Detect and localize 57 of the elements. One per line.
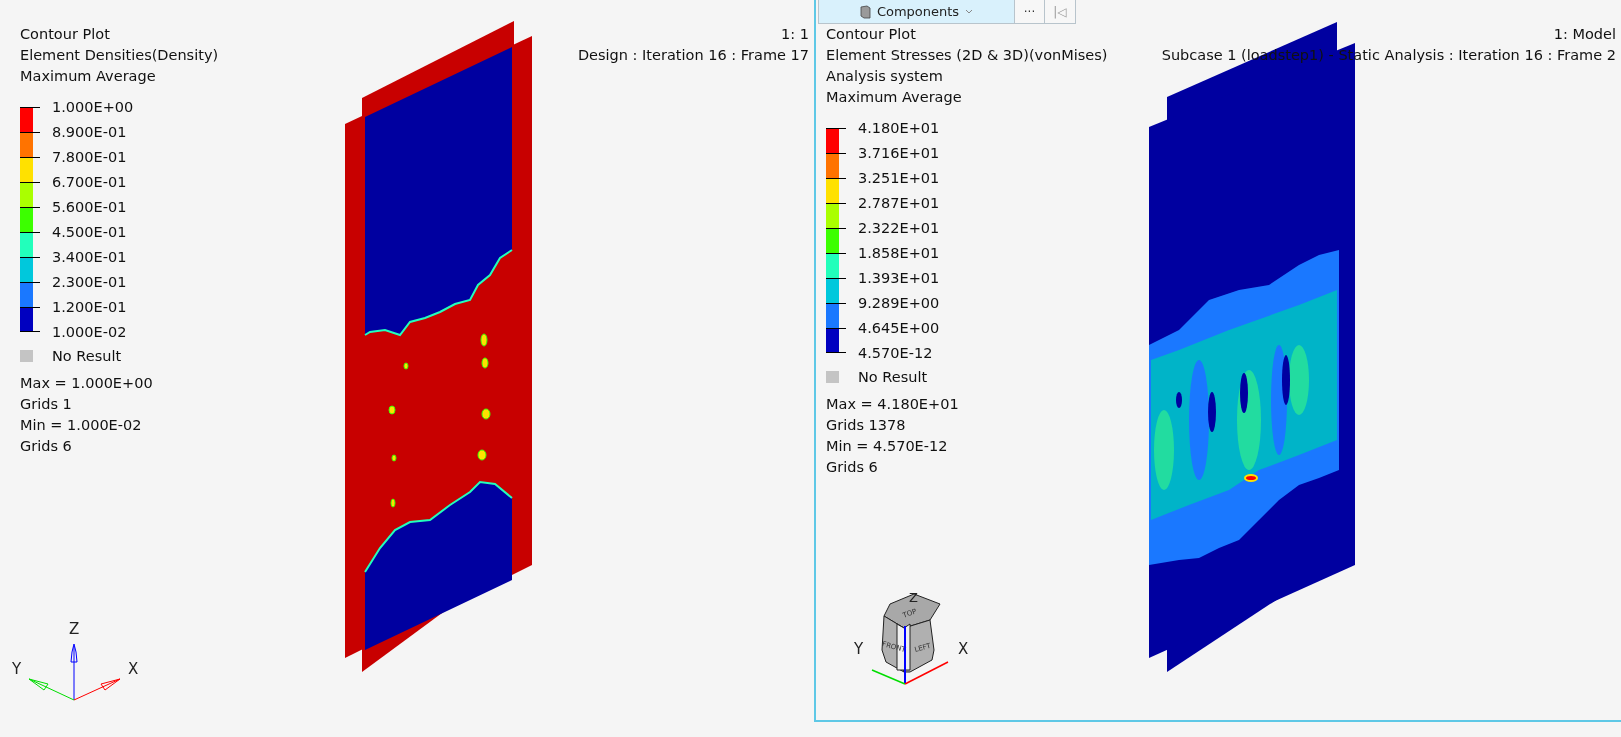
axis-label: Y [12,660,22,678]
legend-value: 1.858E+01 [858,244,940,263]
legend-value: 1.000E+00 [52,98,134,117]
legend-stat: Grids 6 [20,437,72,456]
legend-value: 2.787E+01 [858,194,940,213]
window-label: 1: 1 [781,25,809,44]
x-axis-arrow [73,678,121,701]
caret-icon [965,9,974,14]
legend-stat: Grids 1378 [826,416,906,435]
legend-value: 4.180E+01 [858,119,940,138]
result-label: Design : Iteration 16 : Frame 17 [577,46,809,65]
legend-stat: Min = 4.570E-12 [826,437,948,456]
y-axis-arrow [28,678,75,701]
legend-value: 5.600E-01 [52,198,128,217]
no-result-label: No Result [52,346,122,366]
axis-label: Y [854,640,864,658]
legend-value: 3.400E-01 [52,248,128,267]
legend-value: 2.322E+01 [858,219,940,238]
legend-title: Element Stresses (2D & 3D)(vonMises) [826,46,1108,65]
legend-value: 1.000E-02 [52,323,128,342]
legend-value: 4.645E+00 [858,319,940,338]
axis-label: Z [69,620,80,638]
y-axis-line [871,669,906,685]
legend-value: 2.300E-01 [52,273,128,292]
legend-value: 3.251E+01 [858,169,940,188]
legend-value: 7.800E-01 [52,148,128,167]
axis-label: X [128,660,139,678]
x-axis-line [904,661,949,685]
legend-title: Contour Plot [826,25,916,44]
legend-title: Maximum Average [20,67,156,86]
no-result-label: No Result [858,367,928,387]
window-label: 1: Model [1553,25,1616,44]
no-result-swatch [826,371,839,383]
legend-stat: Max = 4.180E+01 [826,395,959,414]
axis-label: X [958,640,969,658]
legend-title: Contour Plot [20,25,110,44]
legend-value: 1.393E+01 [858,269,940,288]
legend-value: 1.200E-01 [52,298,128,317]
graphics-viewport[interactable] [814,0,1621,722]
legend-title: Element Densities(Density) [20,46,219,65]
legend-stat: Grids 6 [826,458,878,477]
legend-stat: Max = 1.000E+00 [20,374,153,393]
legend-value: 6.700E-01 [52,173,128,192]
legend-title: Maximum Average [826,88,962,107]
z-axis-arrow [70,643,78,701]
legend-title: Analysis system [826,67,943,86]
z-axis-line [904,625,906,685]
legend-value: 9.289E+00 [858,294,940,313]
legend-value: 3.716E+01 [858,144,940,163]
legend-stat: Grids 1 [20,395,72,414]
legend-value: 4.500E-01 [52,223,128,242]
legend-stat: Min = 1.000E-02 [20,416,142,435]
legend-value: 4.570E-12 [858,344,934,363]
legend-value: 8.900E-01 [52,123,128,142]
no-result-swatch [20,350,33,362]
components-dropdown[interactable]: Components [819,0,1015,23]
component-icon [859,4,871,19]
